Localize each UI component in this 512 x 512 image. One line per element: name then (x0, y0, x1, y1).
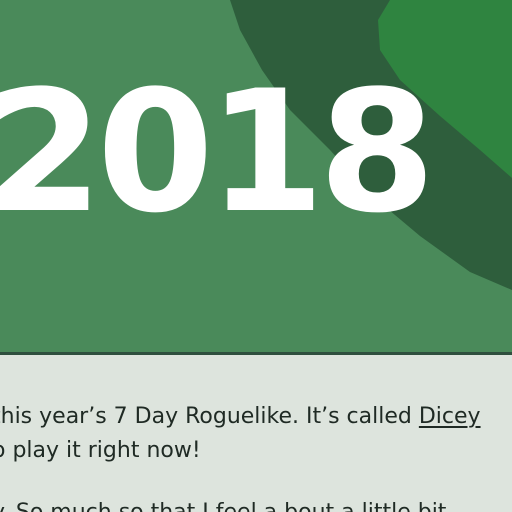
article-line-3: y. So much so that I feel a bout a littl… (0, 496, 446, 512)
article-line-1-text: this year’s 7 Day Roguelike. It’s called (0, 404, 419, 429)
article-body: this year’s 7 Day Roguelike. It’s called… (0, 355, 512, 512)
dicey-link[interactable]: Dicey (419, 404, 481, 429)
article-line-1: this year’s 7 Day Roguelike. It’s called… (0, 400, 481, 434)
hero-year-title: 2018 (0, 54, 436, 250)
page: 2018 this year’s 7 Day Roguelike. It’s c… (0, 0, 512, 512)
article-line-2: o play it right now! (0, 438, 201, 463)
hero-banner: 2018 (0, 0, 512, 352)
